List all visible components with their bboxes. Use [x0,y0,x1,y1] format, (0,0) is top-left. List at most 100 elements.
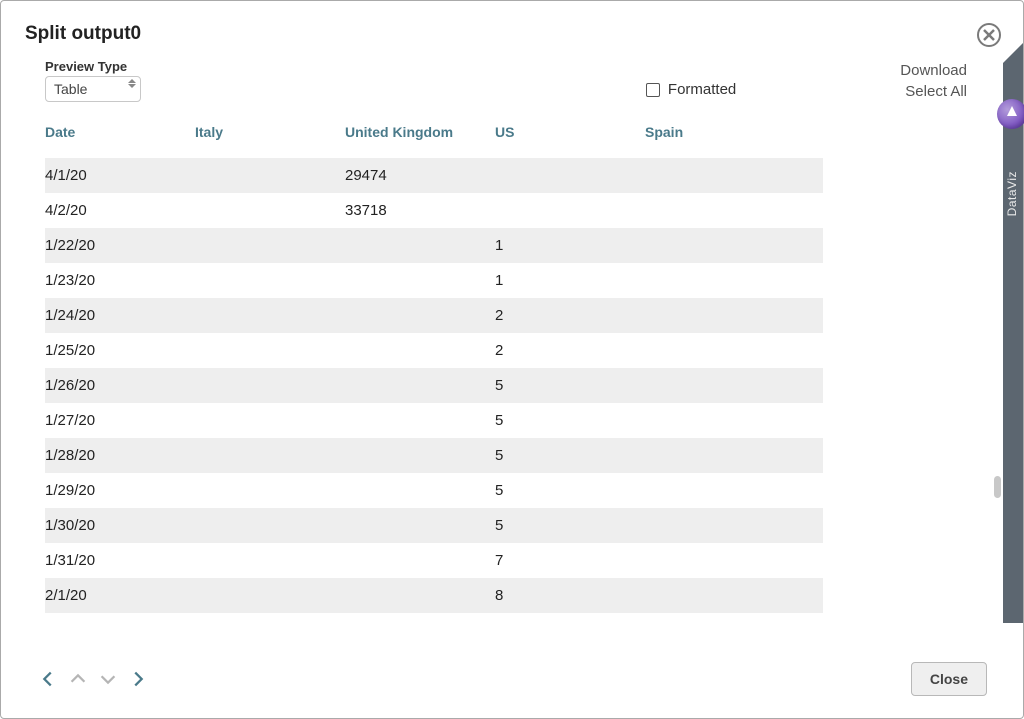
modal: Split output0 Preview Type Table Formatt… [0,0,1024,719]
table-row: 1/22/20 1 [45,228,823,263]
cell-spain [645,543,823,578]
table-row: 4/1/20 29474 [45,158,823,193]
cell-spain [645,508,823,543]
formatted-label: Formatted [668,81,736,98]
cell-italy [195,263,345,298]
cell-italy [195,508,345,543]
cell-spain [645,158,823,193]
download-link[interactable]: Download [900,62,967,79]
cell-date: 1/31/20 [45,543,195,578]
page-first-icon[interactable] [37,668,59,690]
table-header-row: Date Italy United Kingdom US Spain [45,116,823,158]
cell-us: 5 [495,368,645,403]
side-tab-label: DataViz [1005,171,1021,216]
col-header-uk[interactable]: United Kingdom [345,116,495,158]
cell-italy [195,333,345,368]
cell-uk [345,333,495,368]
pager [37,668,149,690]
cell-us [495,158,645,193]
cell-date: 1/22/20 [45,228,195,263]
preview-type-label: Preview Type [45,59,141,74]
cell-date: 1/25/20 [45,333,195,368]
side-tab-fold [1003,43,1023,63]
cell-date: 2/1/20 [45,578,195,613]
cell-italy [195,368,345,403]
cell-italy [195,543,345,578]
table-row: 1/26/20 5 [45,368,823,403]
cell-date: 1/29/20 [45,473,195,508]
table-row: 1/28/205 [45,438,823,473]
col-header-italy[interactable]: Italy [195,116,345,158]
cell-italy [195,403,345,438]
cell-date: 1/27/20 [45,403,195,438]
modal-header: Split output0 [1,1,1023,45]
table-scroll[interactable]: Date Italy United Kingdom US Spain 4/1/2… [45,116,1003,642]
table-row: 1/29/20 5 [45,473,823,508]
table-area: Date Italy United Kingdom US Spain 4/1/2… [45,116,1003,642]
col-header-spain[interactable]: Spain [645,116,823,158]
preview-type-select[interactable]: Table [45,76,141,102]
cell-uk [345,263,495,298]
table-row: 1/24/20 2 [45,298,823,333]
cell-us: 1 [495,263,645,298]
table-row: 4/2/2033718 [45,193,823,228]
cell-uk [345,543,495,578]
cell-uk: 29474 [345,158,495,193]
cell-date: 1/24/20 [45,298,195,333]
cell-us: 2 [495,298,645,333]
data-table: Date Italy United Kingdom US Spain 4/1/2… [45,116,823,613]
preview-type-value: Table [54,81,87,97]
table-row: 1/31/207 [45,543,823,578]
cell-us: 5 [495,438,645,473]
cell-spain [645,228,823,263]
table-row: 1/25/202 [45,333,823,368]
cell-us: 5 [495,403,645,438]
cell-us: 5 [495,508,645,543]
cell-uk [345,578,495,613]
cell-us: 1 [495,228,645,263]
cell-uk [345,438,495,473]
cell-uk [345,298,495,333]
cell-spain [645,403,823,438]
formatted-toggle: Formatted [646,81,736,102]
formatted-checkbox[interactable] [646,83,660,97]
cell-uk: 33718 [345,193,495,228]
cell-uk [345,508,495,543]
cell-date: 4/1/20 [45,158,195,193]
cell-italy [195,438,345,473]
page-down-icon[interactable] [97,668,119,690]
cell-date: 1/26/20 [45,368,195,403]
toolbar: Preview Type Table Formatted Download Se… [1,45,1023,102]
cell-us: 5 [495,473,645,508]
cell-spain [645,193,823,228]
cell-us: 8 [495,578,645,613]
page-last-icon[interactable] [127,668,149,690]
cell-spain [645,438,823,473]
cell-us [495,193,645,228]
table-row: 1/30/205 [45,508,823,543]
side-tab[interactable]: DataViz [1003,63,1023,623]
table-row: 1/23/20 1 [45,263,823,298]
cell-spain [645,263,823,298]
cell-uk [345,368,495,403]
close-button[interactable]: Close [911,662,987,696]
cell-italy [195,158,345,193]
cell-spain [645,368,823,403]
cell-spain [645,298,823,333]
select-all-link[interactable]: Select All [905,83,967,100]
cell-date: 1/23/20 [45,263,195,298]
cell-uk [345,473,495,508]
page-up-icon[interactable] [67,668,89,690]
dataviz-icon[interactable] [997,99,1024,129]
cell-spain [645,333,823,368]
footer: Close [1,642,1023,718]
col-header-us[interactable]: US [495,116,645,158]
col-header-date[interactable]: Date [45,116,195,158]
preview-type: Preview Type Table [45,59,141,102]
cell-italy [195,228,345,263]
close-icon[interactable] [977,23,1001,47]
cell-spain [645,473,823,508]
scrollbar-thumb[interactable] [994,476,1001,498]
table-row: 2/1/20 8 [45,578,823,613]
cell-italy [195,298,345,333]
